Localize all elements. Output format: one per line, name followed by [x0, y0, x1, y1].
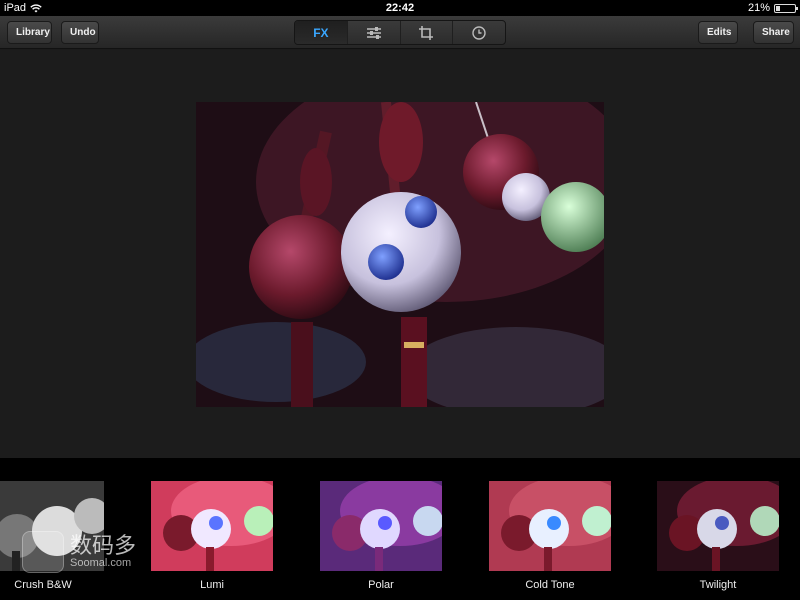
- tab-history[interactable]: [453, 21, 505, 44]
- toolbar: Library Undo FX Edits Share: [0, 16, 800, 49]
- main-photo[interactable]: [196, 102, 604, 407]
- tab-fx-label: FX: [313, 25, 329, 40]
- filter-label-lumi: Lumi: [200, 579, 224, 591]
- battery-icon: [774, 3, 798, 13]
- tab-adjust[interactable]: [348, 21, 401, 44]
- library-button[interactable]: Library: [7, 21, 52, 44]
- edit-mode-tabs: FX: [294, 20, 506, 45]
- clock: 22:42: [385, 2, 415, 14]
- watermark: 数码多 Soomal.com: [22, 531, 136, 573]
- clock-icon: [472, 25, 486, 40]
- battery-percent: 21%: [747, 2, 770, 14]
- filter-label-polar: Polar: [368, 579, 394, 591]
- ornament-illustration: [196, 102, 604, 407]
- thumb-image: [657, 481, 779, 571]
- watermark-logo: [22, 531, 64, 573]
- tab-fx[interactable]: FX: [295, 21, 348, 44]
- filter-label-cold-tone: Cold Tone: [525, 579, 575, 591]
- filter-thumbnail-cold-tone[interactable]: [489, 481, 611, 571]
- thumb-image: [320, 481, 442, 571]
- watermark-subtitle: Soomal.com: [70, 557, 132, 569]
- edits-button[interactable]: Edits: [698, 21, 738, 44]
- filter-label-twilight: Twilight: [699, 579, 737, 591]
- photo-canvas: [0, 50, 800, 458]
- undo-button[interactable]: Undo: [61, 21, 99, 44]
- filter-label-crush-bw: Crush B&W: [14, 579, 72, 591]
- filter-thumbnail-twilight[interactable]: [657, 481, 779, 571]
- share-button[interactable]: Share: [753, 21, 794, 44]
- filter-thumbnail-lumi[interactable]: [151, 481, 273, 571]
- tab-crop[interactable]: [401, 21, 454, 44]
- watermark-title: 数码多: [70, 533, 137, 558]
- status-bar: iPad 22:42 21%: [0, 0, 800, 16]
- thumb-image: [489, 481, 611, 571]
- filter-strip: Crush B&W Lumi Polar Cold Tone Twilight: [0, 458, 800, 600]
- thumb-image: [151, 481, 273, 571]
- sliders-icon: [366, 26, 381, 39]
- crop-icon: [419, 25, 434, 40]
- filter-thumbnail-polar[interactable]: [320, 481, 442, 571]
